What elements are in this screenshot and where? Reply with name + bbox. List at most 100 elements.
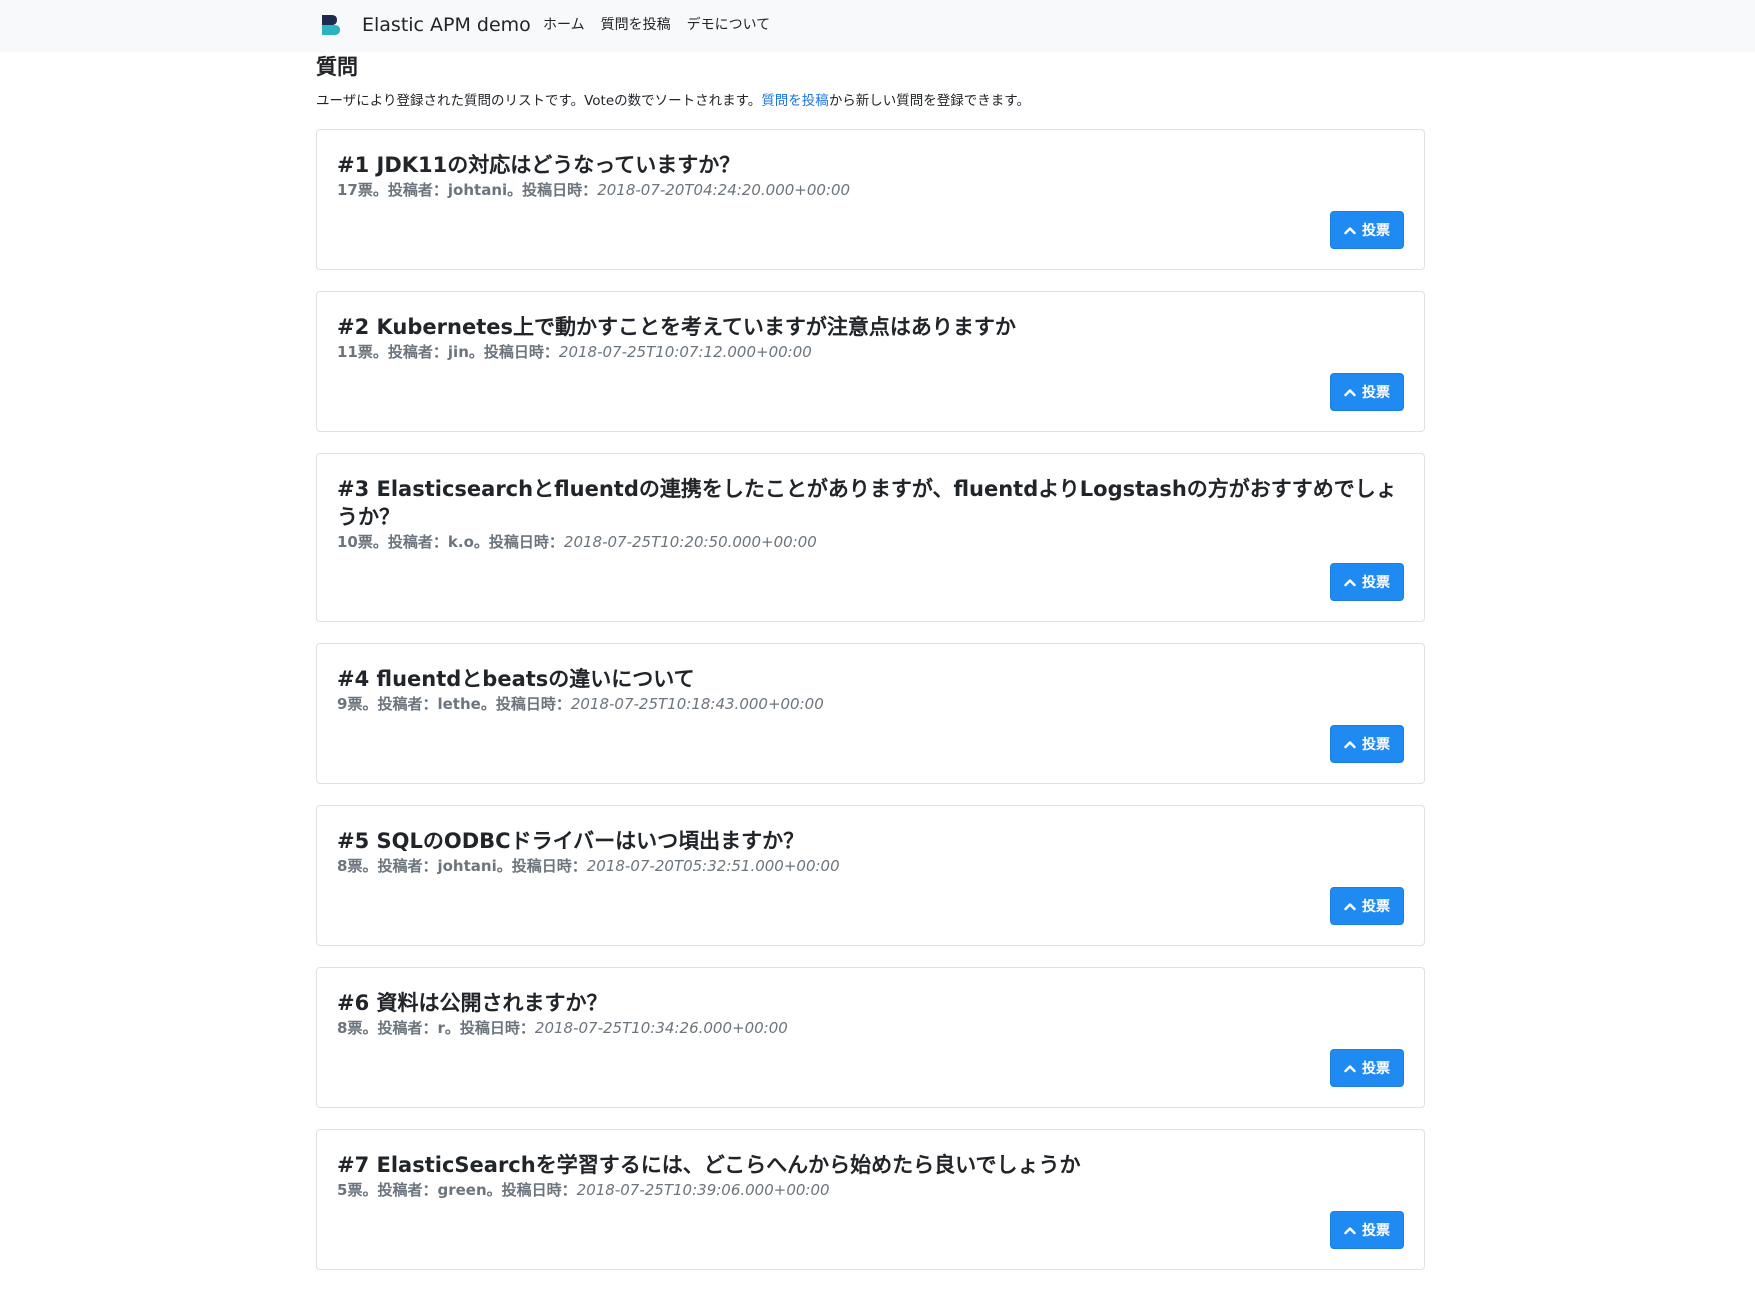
vote-button[interactable]: 投票 (1330, 211, 1404, 249)
navbar: Elastic APM demo ホーム 質問を投稿 デモについて (0, 0, 1755, 52)
question-card: #3 Elasticsearchとfluentdの連携をしたことがありますが、f… (316, 453, 1425, 622)
vote-button-label: 投票 (1362, 1061, 1390, 1077)
chevron-up-icon (1344, 579, 1356, 587)
vote-count: 11 (337, 343, 358, 361)
question-card: #2 Kubernetes上で動かすことを考えていますが注意点はありますか 11… (316, 291, 1425, 432)
vote-count: 8 (337, 1019, 348, 1037)
vote-button-label: 投票 (1362, 1223, 1390, 1239)
chevron-up-icon (1344, 741, 1356, 749)
date-label: 投稿日時： (459, 1019, 535, 1037)
post-date: 2018-07-20T05:32:51.000+00:00 (586, 857, 840, 875)
elastic-apm-logo-icon[interactable] (320, 14, 342, 36)
votes-suffix: 票。 (347, 1181, 378, 1199)
vote-count: 10 (337, 533, 358, 551)
post-date: 2018-07-25T10:34:26.000+00:00 (534, 1019, 788, 1037)
vote-button[interactable]: 投票 (1330, 1049, 1404, 1087)
vote-count: 5 (337, 1181, 348, 1199)
brand-name[interactable]: Elastic APM demo (362, 12, 531, 38)
author-label: 投稿者： (387, 343, 448, 361)
votes-suffix: 票。 (357, 181, 388, 199)
question-list: #1 JDK11の対応はどうなっていますか？ 17票。投稿者：johtani。投… (316, 129, 1425, 1291)
author-suffix: 。 (473, 533, 489, 551)
chevron-up-icon (1344, 227, 1356, 235)
nav-link-home[interactable]: ホーム (543, 15, 585, 35)
vote-button-label: 投票 (1362, 899, 1390, 915)
card-actions: 投票 (337, 373, 1404, 411)
chevron-up-icon (1344, 903, 1356, 911)
vote-count: 8 (337, 857, 348, 875)
author-name: green (437, 1181, 487, 1199)
author-suffix: 。 (486, 1181, 502, 1199)
author-name: lethe (437, 695, 481, 713)
vote-button-label: 投票 (1362, 737, 1390, 753)
author-label: 投稿者： (377, 857, 438, 875)
author-name: r (437, 1019, 445, 1037)
author-label: 投稿者： (387, 533, 448, 551)
date-label: 投稿日時： (488, 533, 564, 551)
nav-link-post-question[interactable]: 質問を投稿 (601, 15, 671, 35)
date-label: 投稿日時： (501, 1181, 577, 1199)
votes-suffix: 票。 (347, 1019, 378, 1037)
votes-suffix: 票。 (347, 857, 378, 875)
author-suffix: 。 (468, 343, 484, 361)
question-title: #1 JDK11の対応はどうなっていますか？ (337, 153, 741, 177)
card-actions: 投票 (337, 725, 1404, 763)
post-question-link[interactable]: 質問を投稿 (761, 93, 829, 109)
author-suffix: 。 (496, 857, 512, 875)
question-meta: 8票。投稿者：r。投稿日時：2018-07-25T10:34:26.000+00… (337, 1017, 1404, 1039)
question-card: #7 ElasticSearchを学習するには、どこらへんから始めたら良いでしょ… (316, 1129, 1425, 1270)
question-meta: 8票。投稿者：johtani。投稿日時：2018-07-20T05:32:51.… (337, 855, 1404, 877)
card-actions: 投票 (337, 887, 1404, 925)
card-actions: 投票 (337, 563, 1404, 601)
date-label: 投稿日時： (522, 181, 598, 199)
author-name: k.o (447, 533, 474, 551)
question-meta: 9票。投稿者：lethe。投稿日時：2018-07-25T10:18:43.00… (337, 693, 1404, 715)
chevron-up-icon (1344, 1065, 1356, 1073)
question-title: #5 SQLのODBCドライバーはいつ頃出ますか？ (337, 829, 805, 853)
vote-button[interactable]: 投票 (1330, 563, 1404, 601)
chevron-up-icon (1344, 1227, 1356, 1235)
post-date: 2018-07-25T10:07:12.000+00:00 (558, 343, 812, 361)
author-name: johtani (447, 181, 508, 199)
question-title: #3 Elasticsearchとfluentdの連携をしたことがありますが、f… (337, 477, 1397, 529)
votes-suffix: 票。 (347, 695, 378, 713)
question-title: #6 資料は公開されますか？ (337, 991, 608, 1015)
question-card: #4 fluentdとbeatsの違いについて 9票。投稿者：lethe。投稿日… (316, 643, 1425, 784)
vote-button[interactable]: 投票 (1330, 725, 1404, 763)
vote-button-label: 投票 (1362, 575, 1390, 591)
card-actions: 投票 (337, 1049, 1404, 1087)
vote-button[interactable]: 投票 (1330, 1211, 1404, 1249)
question-meta: 10票。投稿者：k.o。投稿日時：2018-07-25T10:20:50.000… (337, 531, 1404, 553)
chevron-up-icon (1344, 389, 1356, 397)
vote-button-label: 投票 (1362, 223, 1390, 239)
intro-text-before: ユーザにより登録された質問のリストです。Voteの数でソートされます。 (316, 93, 762, 109)
vote-count: 17 (337, 181, 358, 199)
author-suffix: 。 (444, 1019, 460, 1037)
page-title: 質問 (316, 55, 358, 79)
vote-button[interactable]: 投票 (1330, 373, 1404, 411)
intro-text: ユーザにより登録された質問のリストです。Voteの数でソートされます。質問を投稿… (316, 91, 1030, 111)
author-label: 投稿者： (377, 695, 438, 713)
question-card: #5 SQLのODBCドライバーはいつ頃出ますか？ 8票。投稿者：johtani… (316, 805, 1425, 946)
question-meta: 17票。投稿者：johtani。投稿日時：2018-07-20T04:24:20… (337, 179, 1404, 201)
question-card: #1 JDK11の対応はどうなっていますか？ 17票。投稿者：johtani。投… (316, 129, 1425, 270)
question-meta: 5票。投稿者：green。投稿日時：2018-07-25T10:39:06.00… (337, 1179, 1404, 1201)
vote-button[interactable]: 投票 (1330, 887, 1404, 925)
date-label: 投稿日時： (511, 857, 587, 875)
author-label: 投稿者： (387, 181, 448, 199)
vote-count: 9 (337, 695, 348, 713)
post-date: 2018-07-25T10:39:06.000+00:00 (576, 1181, 830, 1199)
votes-suffix: 票。 (357, 533, 388, 551)
question-card: #6 資料は公開されますか？ 8票。投稿者：r。投稿日時：2018-07-25T… (316, 967, 1425, 1108)
vote-button-label: 投票 (1362, 385, 1390, 401)
author-name: jin (447, 343, 469, 361)
post-date: 2018-07-20T04:24:20.000+00:00 (597, 181, 851, 199)
votes-suffix: 票。 (357, 343, 388, 361)
author-label: 投稿者： (377, 1181, 438, 1199)
question-title: #4 fluentdとbeatsの違いについて (337, 667, 695, 691)
question-title: #2 Kubernetes上で動かすことを考えていますが注意点はありますか (337, 315, 1016, 339)
nav-link-about-demo[interactable]: デモについて (687, 15, 771, 35)
author-suffix: 。 (480, 695, 496, 713)
date-label: 投稿日時： (483, 343, 559, 361)
post-date: 2018-07-25T10:20:50.000+00:00 (563, 533, 817, 551)
